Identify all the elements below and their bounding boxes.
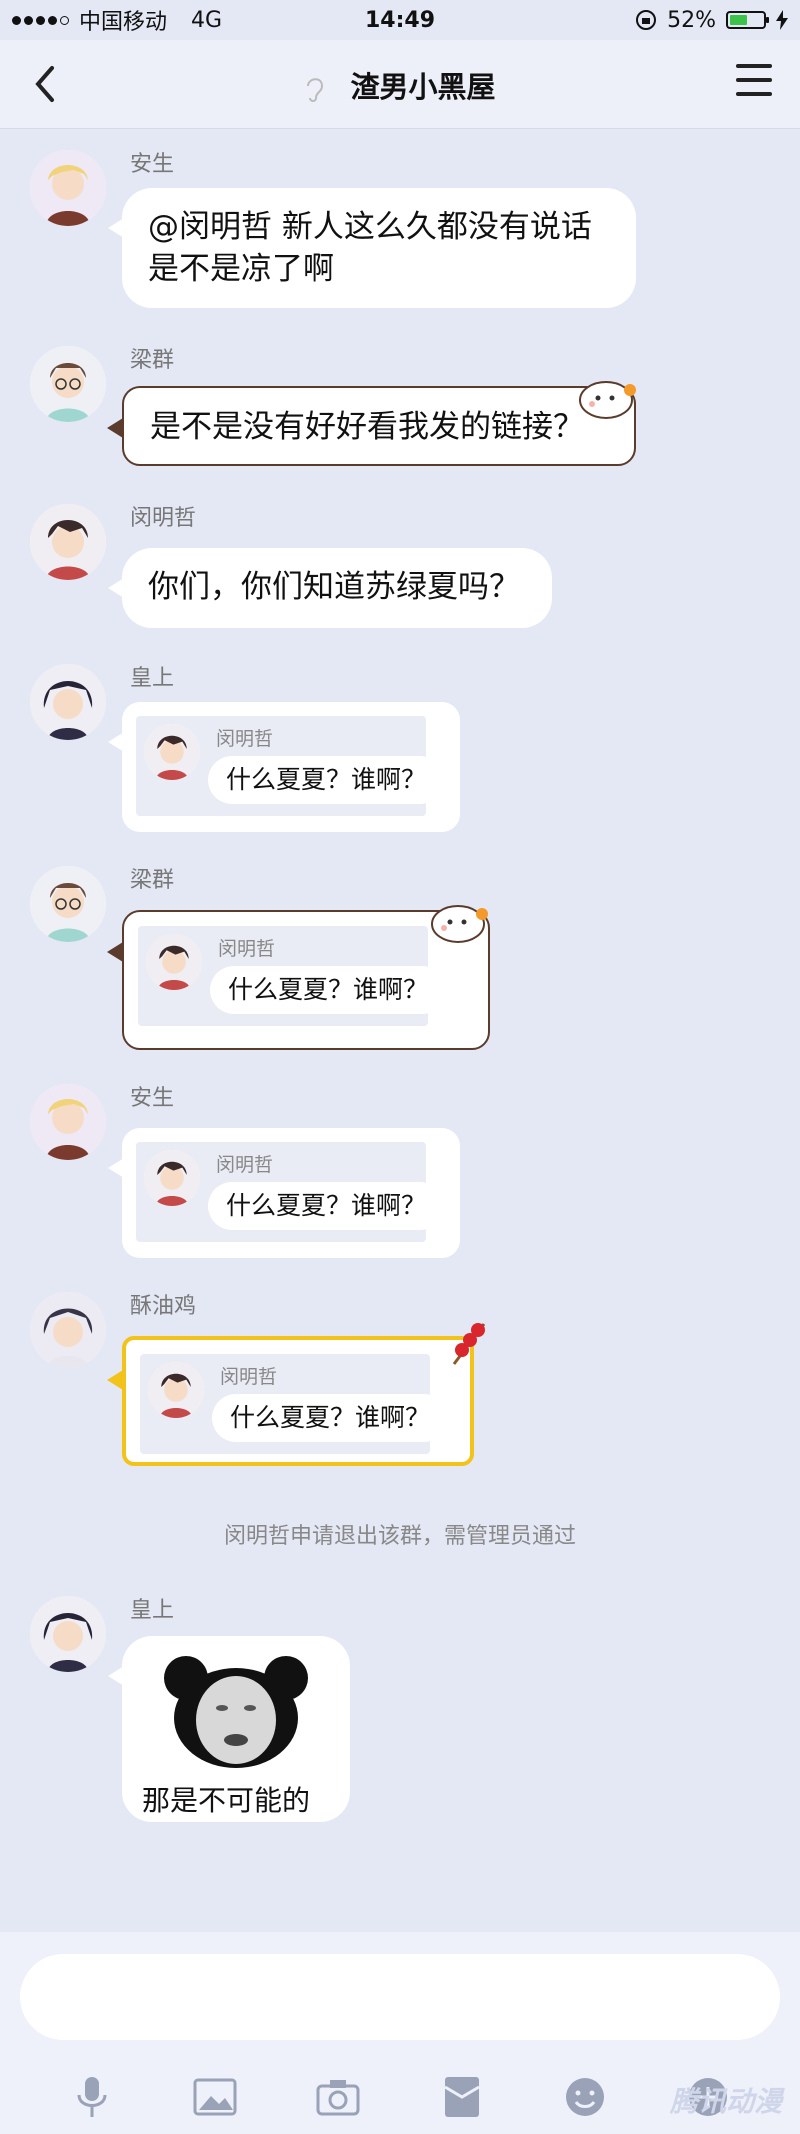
forwarded-quote: 闵明哲 什么夏夏？谁啊？ <box>136 716 445 816</box>
sender-name: 梁群 <box>130 348 175 373</box>
sender-name: 皇上 <box>130 666 175 691</box>
message-text: 你们，你们知道苏绿夏吗？ <box>148 569 520 605</box>
page-title: 渣男小黑屋 <box>350 70 496 104</box>
candied-haws-sticker-icon <box>452 1323 486 1365</box>
avatar[interactable] <box>30 1292 106 1368</box>
message-bubble[interactable]: @闵明哲 新人这么久都没有说话 是不是凉了啊 <box>108 188 636 308</box>
battery-icon <box>726 11 769 29</box>
menu-icon[interactable] <box>736 64 772 100</box>
forwarded-text: 什么夏夏？谁啊？ <box>212 1394 449 1442</box>
avatar[interactable] <box>30 346 106 422</box>
watermark: 腾讯动漫 <box>669 2085 782 2118</box>
forwarded-message-card[interactable]: 闵明哲 什么夏夏？谁啊？ <box>108 702 460 832</box>
sticker-caption: 那是不可能的 <box>142 1784 311 1817</box>
forwarded-text: 什么夏夏？谁啊？ <box>208 756 445 804</box>
avatar <box>144 1150 200 1206</box>
microphone-icon[interactable] <box>67 2072 117 2122</box>
avatar[interactable] <box>30 150 106 226</box>
forwarded-quote: 闵明哲 什么夏夏？谁啊？ <box>136 1142 445 1242</box>
avatar[interactable] <box>30 504 106 580</box>
avatar <box>146 934 202 990</box>
avatar[interactable] <box>30 1084 106 1160</box>
forwarded-sender: 闵明哲 <box>218 938 276 960</box>
message-bubble[interactable]: 你们，你们知道苏绿夏吗？ <box>108 548 552 628</box>
ear-icon <box>307 78 324 102</box>
forwarded-sender: 闵明哲 <box>220 1366 278 1388</box>
sticker-message-bubble[interactable]: 那是不可能的 <box>108 1636 350 1822</box>
message-text: 是不是没有好好看我发的链接？ <box>150 409 584 445</box>
forwarded-text: 什么夏夏？谁啊？ <box>210 966 447 1014</box>
avatar <box>144 724 200 780</box>
sender-name: 安生 <box>130 1086 175 1111</box>
red-packet-icon[interactable] <box>437 2072 487 2122</box>
avatar <box>148 1362 204 1418</box>
message-input[interactable] <box>20 1954 780 2040</box>
avatar[interactable] <box>30 664 106 740</box>
message-bubble[interactable]: 是不是没有好好看我发的链接？ <box>107 386 636 466</box>
sender-name: 梁群 <box>130 868 175 893</box>
nav-title-group: 渣男小黑屋 <box>0 64 800 106</box>
message-text: 是不是凉了啊 <box>148 251 334 287</box>
input-bar: 腾讯动漫 <box>0 1932 800 2134</box>
forwarded-sender: 闵明哲 <box>216 1154 274 1176</box>
avatar[interactable] <box>30 1596 106 1672</box>
hamster-sticker-icon <box>579 381 636 419</box>
clock: 14:49 <box>364 7 436 33</box>
forwarded-text: 什么夏夏？谁啊？ <box>208 1182 445 1230</box>
hamster-sticker-icon <box>431 905 488 943</box>
emoji-icon[interactable] <box>560 2072 610 2122</box>
image-icon[interactable] <box>190 2072 240 2122</box>
system-notice: 闵明哲申请退出该群，需管理员通过 <box>223 1524 576 1549</box>
forwarded-sender: 闵明哲 <box>216 728 274 750</box>
sender-name: 安生 <box>130 152 175 177</box>
sender-name: 酥油鸡 <box>130 1294 197 1319</box>
status-bar: 中国移动 4G 14:49 52% <box>0 0 800 40</box>
forwarded-quote: 闵明哲 什么夏夏？谁啊？ <box>138 926 447 1026</box>
avatar[interactable] <box>30 866 106 942</box>
nav-bar: 渣男小黑屋 <box>0 40 800 129</box>
camera-icon[interactable] <box>313 2072 363 2122</box>
forwarded-quote: 闵明哲 什么夏夏？谁啊？ <box>140 1354 449 1454</box>
sender-name: 闵明哲 <box>130 506 197 531</box>
panda-meme-sticker-icon <box>142 1648 330 1768</box>
forwarded-message-card[interactable]: 闵明哲 什么夏夏？谁啊？ <box>108 1128 460 1258</box>
sender-name: 皇上 <box>130 1598 175 1623</box>
forwarded-message-card[interactable]: 闵明哲 什么夏夏？谁啊？ <box>107 1336 474 1466</box>
message-text: @闵明哲 新人这么久都没有说话 <box>148 209 592 245</box>
